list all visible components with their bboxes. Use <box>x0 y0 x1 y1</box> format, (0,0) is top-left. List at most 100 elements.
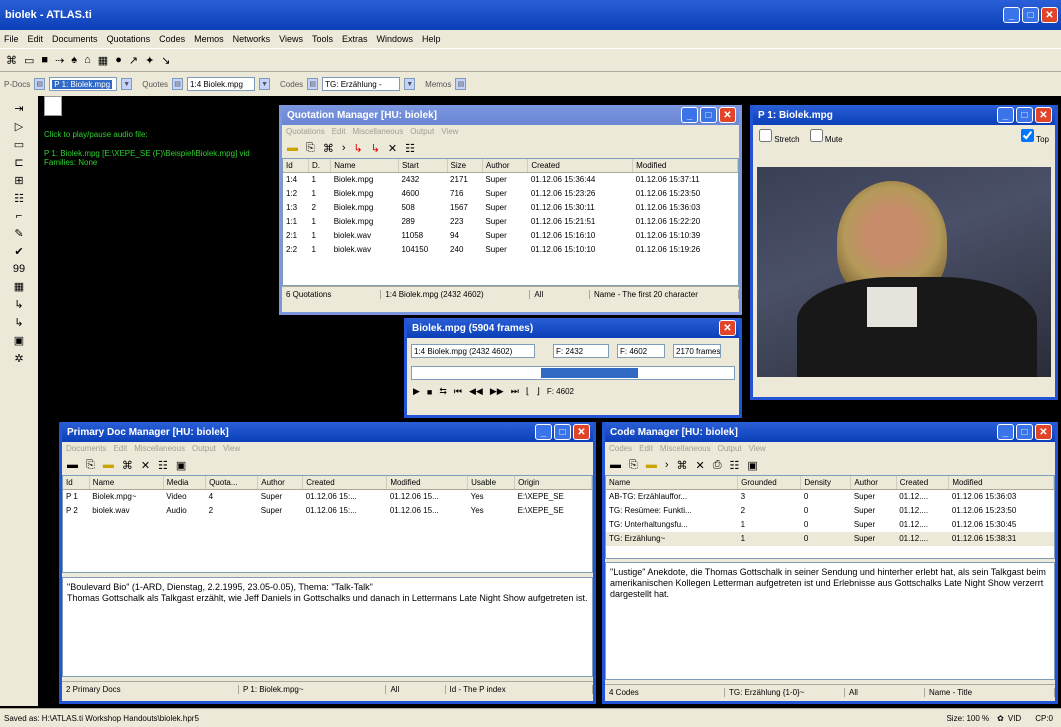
minimize-button[interactable]: _ <box>681 107 698 123</box>
code-icon[interactable]: ⊏ <box>14 156 23 169</box>
delete-icon[interactable]: ✕ <box>141 459 150 472</box>
list-icon[interactable]: ☷ <box>158 459 168 472</box>
table-row[interactable]: 1:3 2 Biolek.mpg 508 1567 Super 01.12.06 15:30… <box>283 201 738 215</box>
end-icon[interactable]: ⏭ <box>511 386 519 397</box>
save-icon[interactable]: ■ <box>41 54 48 66</box>
new-icon[interactable]: ⌘ <box>6 54 17 67</box>
menu-item-edit[interactable]: Edit <box>639 444 653 453</box>
print-icon[interactable]: ⌂ <box>84 54 91 66</box>
menu-item-quotations[interactable]: Quotations <box>107 34 151 44</box>
quotes-list-icon[interactable]: ▤ <box>172 78 184 90</box>
cursor-icon[interactable]: ↘ <box>161 54 170 67</box>
cm-comment[interactable]: "Lustige" Anekdote, die Thomas Gottschal… <box>605 562 1055 680</box>
close-button[interactable]: ✕ <box>1035 424 1052 440</box>
maximize-button[interactable]: □ <box>1022 7 1039 23</box>
close-button[interactable]: ✕ <box>1035 107 1052 123</box>
table-row[interactable]: 2:1 1 biolek.wav 11058 94 Super 01.12.06 15:16… <box>283 229 738 243</box>
menu-item-views[interactable]: Views <box>279 34 303 44</box>
menu-item-quotations[interactable]: Quotations <box>286 127 325 136</box>
mark-end-icon[interactable]: ⌋ <box>536 386 540 397</box>
menu-item-view[interactable]: View <box>223 444 240 453</box>
menu-item-miscellaneous[interactable]: Miscellaneous <box>353 127 404 136</box>
menu-item-help[interactable]: Help <box>422 34 441 44</box>
stretch-checkbox[interactable]: Stretch <box>759 128 800 144</box>
mark-start-icon[interactable]: ⌊ <box>526 386 530 397</box>
chevron-down-icon[interactable]: ▼ <box>404 78 416 90</box>
menu-item-edit[interactable]: Edit <box>113 444 127 453</box>
maximize-button[interactable]: □ <box>700 107 717 123</box>
nav-icon[interactable]: › <box>342 142 346 154</box>
minimize-button[interactable]: _ <box>997 424 1014 440</box>
forward-icon[interactable]: ▶▶ <box>490 386 504 397</box>
link-icon[interactable]: ↳ <box>353 142 362 155</box>
minimize-button[interactable]: _ <box>1003 7 1020 23</box>
find-icon[interactable]: ♠ <box>71 54 77 66</box>
minimize-button[interactable]: _ <box>535 424 552 440</box>
close-button[interactable]: ✕ <box>573 424 590 440</box>
column-header[interactable]: Created <box>302 476 388 490</box>
table-row[interactable]: TG: Unterhaltungsfu... 1 0 Super 01.12.... 01… <box>606 518 1054 532</box>
timeline-slider[interactable] <box>411 366 735 380</box>
link-icon[interactable]: ⇢ <box>55 54 64 67</box>
column-header[interactable]: Usable <box>467 476 516 490</box>
minimize-button[interactable]: _ <box>997 107 1014 123</box>
menu-item-tools[interactable]: Tools <box>312 34 333 44</box>
codes-list-icon[interactable]: ▤ <box>307 78 319 90</box>
menu-item-documents[interactable]: Documents <box>66 444 106 453</box>
menu-item-networks[interactable]: Networks <box>233 34 271 44</box>
column-header[interactable]: D. <box>308 159 332 173</box>
rect-icon[interactable]: ▭ <box>14 138 24 151</box>
menu-item-edit[interactable]: Edit <box>332 127 346 136</box>
close-button[interactable]: ✕ <box>719 107 736 123</box>
column-header[interactable]: Id <box>283 159 309 173</box>
pdocs-select[interactable]: P 1: Biolek.mpg <box>49 77 118 91</box>
box-icon[interactable]: ▣ <box>14 334 24 347</box>
table-row[interactable]: 2:2 1 biolek.wav 104150 240 Super 01.12.06 15:… <box>283 243 738 257</box>
column-header[interactable]: Grounded <box>737 476 802 490</box>
menu-item-miscellaneous[interactable]: Miscellaneous <box>134 444 185 453</box>
column-header[interactable]: Id <box>63 476 90 490</box>
list-icon[interactable]: ☷ <box>14 192 24 205</box>
column-header[interactable]: Created <box>896 476 950 490</box>
margin-icon[interactable]: ⇥ <box>14 102 23 115</box>
table-row[interactable]: 1:1 1 Biolek.mpg 289 223 Super 01.12.06 15:21:… <box>283 215 738 229</box>
arrow-icon[interactable]: ↗ <box>129 54 138 67</box>
column-header[interactable]: Name <box>606 476 739 490</box>
count-icon[interactable]: 99 <box>13 263 25 275</box>
nav-icon[interactable]: › <box>665 459 669 471</box>
menu-item-memos[interactable]: Memos <box>194 34 224 44</box>
list-icon[interactable]: ☷ <box>405 142 415 155</box>
column-header[interactable]: Start <box>398 159 448 173</box>
move-icon[interactable]: ✦ <box>145 54 154 67</box>
maximize-button[interactable]: □ <box>554 424 571 440</box>
print-icon[interactable]: ⎙ <box>713 459 722 472</box>
stop-icon[interactable]: ■ <box>427 387 432 397</box>
open-icon[interactable]: ▬ <box>67 459 78 471</box>
pdocs-list-icon[interactable]: ▤ <box>34 78 46 90</box>
open-icon[interactable]: ▬ <box>287 142 298 154</box>
back-icon[interactable]: ◀◀ <box>469 386 483 397</box>
menu-item-codes[interactable]: Codes <box>609 444 632 453</box>
unlink-icon[interactable]: ↳ <box>371 142 380 155</box>
tree-icon[interactable]: ⌘ <box>676 459 687 472</box>
column-header[interactable]: Author <box>257 476 304 490</box>
column-header[interactable]: Size <box>447 159 483 173</box>
menu-item-output[interactable]: Output <box>718 444 742 453</box>
codes-select[interactable]: TG: Erzählung - <box>322 77 401 91</box>
mute-checkbox[interactable]: Mute <box>809 128 843 144</box>
menu-item-view[interactable]: View <box>749 444 766 453</box>
column-header[interactable]: Origin <box>514 476 592 490</box>
network-tool-icon[interactable]: ✲ <box>14 352 23 365</box>
menu-item-output[interactable]: Output <box>410 127 434 136</box>
column-header[interactable]: Author <box>482 159 529 173</box>
column-header[interactable]: Media <box>163 476 207 490</box>
play-icon[interactable]: ▶ <box>413 386 420 397</box>
rewind-icon[interactable]: ⏮ <box>454 386 462 397</box>
column-header[interactable]: Quota... <box>205 476 259 490</box>
chevron-down-icon[interactable]: ▼ <box>259 78 271 90</box>
delete-icon[interactable]: ✕ <box>388 142 397 155</box>
play-icon[interactable]: ▷ <box>15 120 23 133</box>
table-row[interactable]: TG: Erzählung~ 1 0 Super 01.12.... 01.12.06 1… <box>606 531 1054 546</box>
delete-icon[interactable]: ✕ <box>695 459 704 472</box>
table-icon[interactable]: ▦ <box>14 280 24 293</box>
